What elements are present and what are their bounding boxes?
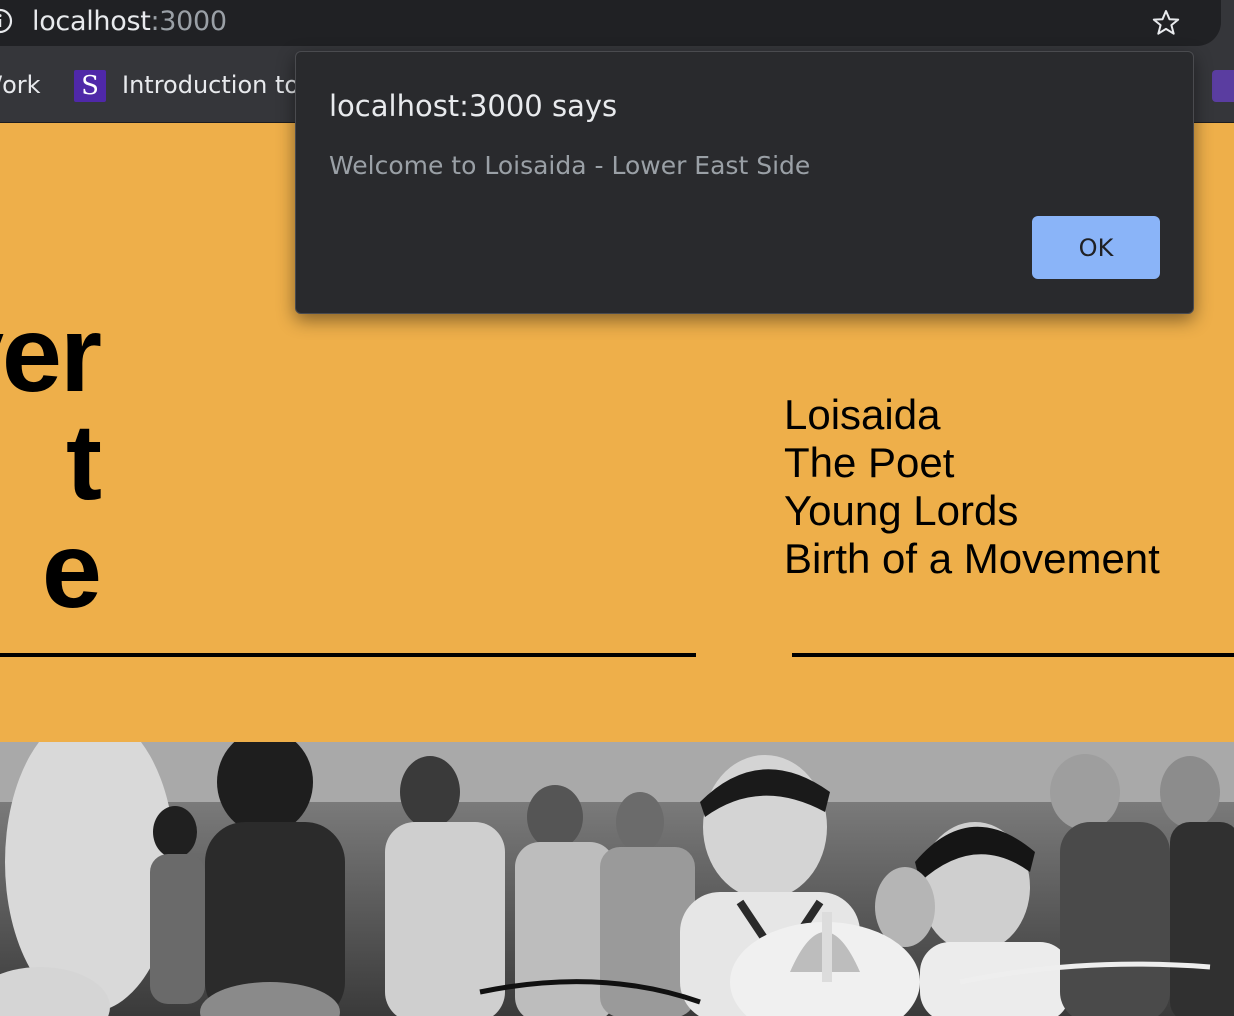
hero-title-line-1: ver [0,293,102,414]
crowd-photo [0,742,1234,1016]
address-bar[interactable]: localhost:3000 [0,0,1221,46]
nav-item-the-poet[interactable]: The Poet [784,439,1160,487]
divider-right [792,653,1234,657]
dialog-message: Welcome to Loisaida - Lower East Side [329,151,811,180]
bookmark-flower-icon[interactable] [1212,70,1234,102]
divider-left [0,653,696,657]
hero-title: ver t e [0,293,102,630]
site-nav: Loisaida The Poet Young Lords Birth of a… [784,391,1160,583]
url-text[interactable]: localhost:3000 [32,5,227,39]
ok-button[interactable]: OK [1032,216,1160,279]
bookmark-item-work[interactable]: /ork [0,70,41,100]
hero-title-line-3: e [41,509,102,630]
nav-item-birth-of-a-movement[interactable]: Birth of a Movement [784,535,1160,583]
bookmark-s-icon: S [74,70,106,102]
star-icon[interactable] [1151,8,1181,38]
alert-dialog: localhost:3000 says Welcome to Loisaida … [295,51,1194,314]
nav-item-loisaida[interactable]: Loisaida [784,391,1160,439]
dialog-title: localhost:3000 says [329,89,618,123]
url-host: localhost [32,6,151,37]
url-port: :3000 [150,6,228,37]
nav-item-young-lords[interactable]: Young Lords [784,487,1160,535]
hero-title-line-2: t [66,401,102,522]
info-icon[interactable] [0,8,13,34]
bookmark-item-introduction[interactable]: Introduction to [122,70,299,100]
